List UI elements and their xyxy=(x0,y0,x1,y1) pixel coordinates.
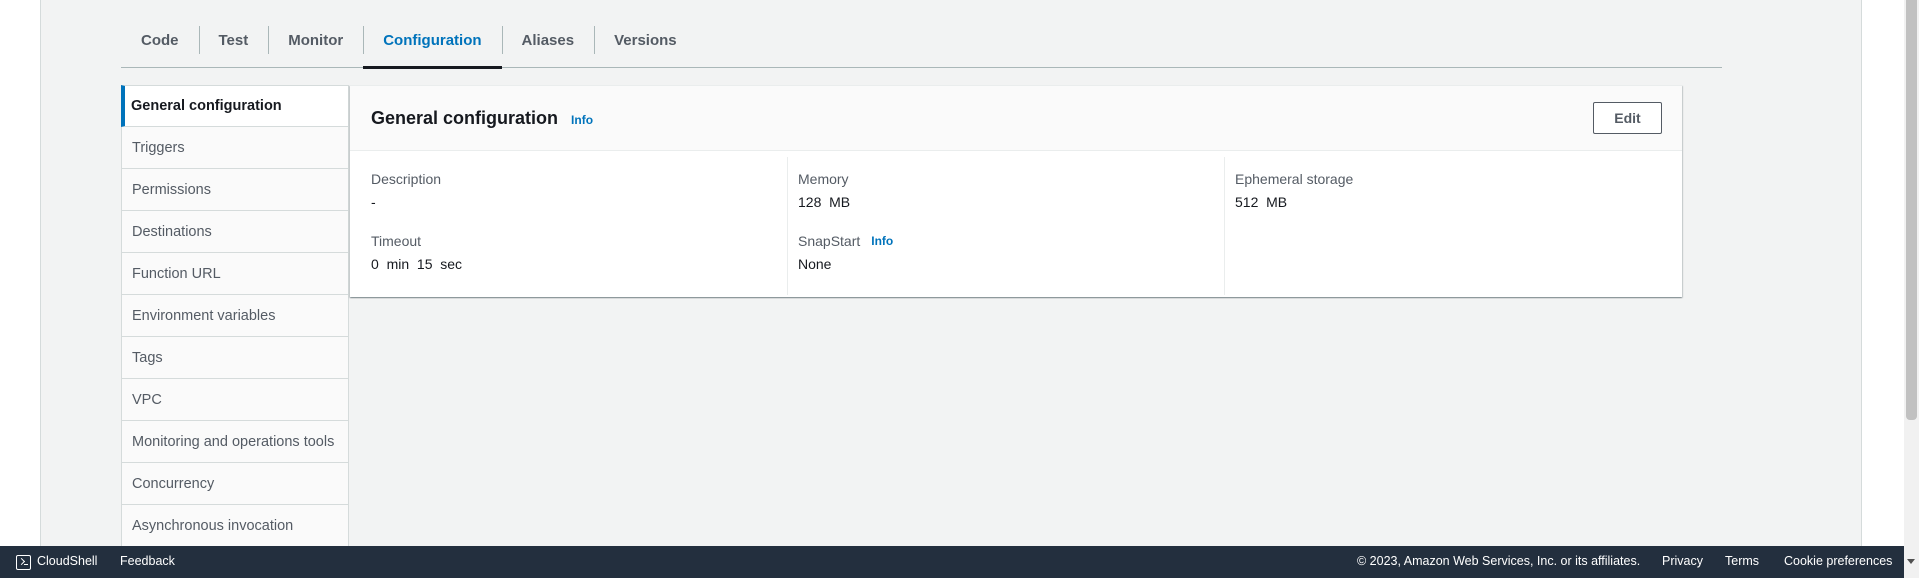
sidenav-item-function-url[interactable]: Function URL xyxy=(121,253,349,295)
scroll-down-arrow-icon[interactable] xyxy=(1907,559,1915,564)
tab-code[interactable]: Code xyxy=(121,20,199,68)
sidenav-item-monitoring-tools[interactable]: Monitoring and operations tools xyxy=(121,421,349,463)
sidenav-item-triggers[interactable]: Triggers xyxy=(121,127,349,169)
config-column-1: Description - Timeout 0 min 15 sec xyxy=(350,157,787,295)
snapstart-value: None xyxy=(798,256,832,272)
tab-monitor[interactable]: Monitor xyxy=(268,20,363,68)
snapstart-info-link[interactable]: Info xyxy=(871,234,893,248)
sidenav-item-concurrency[interactable]: Concurrency xyxy=(121,463,349,505)
cloudshell-link[interactable]: CloudShell xyxy=(37,554,97,568)
sidenav-item-environment-variables[interactable]: Environment variables xyxy=(121,295,349,337)
description-field: Description - xyxy=(371,170,787,211)
panel-title: General configuration xyxy=(371,107,559,128)
terms-link[interactable]: Terms xyxy=(1725,554,1759,568)
sidenav-item-vpc[interactable]: VPC xyxy=(121,379,349,421)
tab-aliases[interactable]: Aliases xyxy=(501,20,595,68)
memory-label: Memory xyxy=(798,170,849,187)
main-content: Code Test Monitor Configuration Aliases … xyxy=(40,0,1862,547)
ephemeral-storage-value: 512 MB xyxy=(1235,194,1288,210)
tab-configuration[interactable]: Configuration xyxy=(363,20,502,69)
feedback-link[interactable]: Feedback xyxy=(120,554,175,568)
description-value: - xyxy=(371,194,376,210)
config-column-3: Ephemeral storage 512 MB xyxy=(1224,157,1660,295)
sidenav-item-destinations[interactable]: Destinations xyxy=(121,211,349,253)
privacy-link[interactable]: Privacy xyxy=(1662,554,1703,568)
ephemeral-storage-label: Ephemeral storage xyxy=(1235,170,1354,187)
function-tabs: Code Test Monitor Configuration Aliases … xyxy=(121,20,1722,69)
sidenav-item-tags[interactable]: Tags xyxy=(121,337,349,379)
config-column-2: Memory 128 MB SnapStart Info None xyxy=(787,157,1224,295)
tab-versions[interactable]: Versions xyxy=(594,20,697,68)
timeout-field: Timeout 0 min 15 sec xyxy=(371,232,787,273)
general-configuration-panel: General configuration Info Edit Descript… xyxy=(350,85,1682,297)
memory-value: 128 MB xyxy=(798,194,851,210)
snapstart-label: SnapStart xyxy=(798,232,861,249)
page-scrollbar[interactable] xyxy=(1904,0,1919,578)
panel-header: General configuration Info Edit xyxy=(350,86,1682,151)
timeout-label: Timeout xyxy=(371,232,422,249)
snapstart-label-row: SnapStart Info xyxy=(798,232,1224,249)
config-values: Description - Timeout 0 min 15 sec Memor… xyxy=(350,151,1682,295)
console-footer: CloudShell Feedback © 2023, Amazon Web S… xyxy=(0,546,1919,578)
memory-field: Memory 128 MB xyxy=(798,170,1224,211)
sidenav-item-permissions[interactable]: Permissions xyxy=(121,169,349,211)
timeout-value: 0 min 15 sec xyxy=(371,256,463,272)
edit-button[interactable]: Edit xyxy=(1593,102,1662,134)
sidenav-item-asynchronous-invocation[interactable]: Asynchronous invocation xyxy=(121,505,349,547)
scrollbar-thumb[interactable] xyxy=(1906,0,1917,420)
tab-test[interactable]: Test xyxy=(198,20,269,68)
snapstart-field: SnapStart Info None xyxy=(798,232,1224,273)
copyright-text: © 2023, Amazon Web Services, Inc. or its… xyxy=(1357,554,1641,568)
configuration-sidenav: General configuration Triggers Permissio… xyxy=(121,85,349,547)
description-label: Description xyxy=(371,170,442,187)
cloudshell-icon[interactable] xyxy=(16,555,31,570)
sidenav-item-general-configuration[interactable]: General configuration xyxy=(121,85,349,127)
ephemeral-storage-field: Ephemeral storage 512 MB xyxy=(1235,170,1660,211)
panel-info-link[interactable]: Info xyxy=(571,113,593,127)
cookie-preferences-link[interactable]: Cookie preferences xyxy=(1784,554,1892,568)
